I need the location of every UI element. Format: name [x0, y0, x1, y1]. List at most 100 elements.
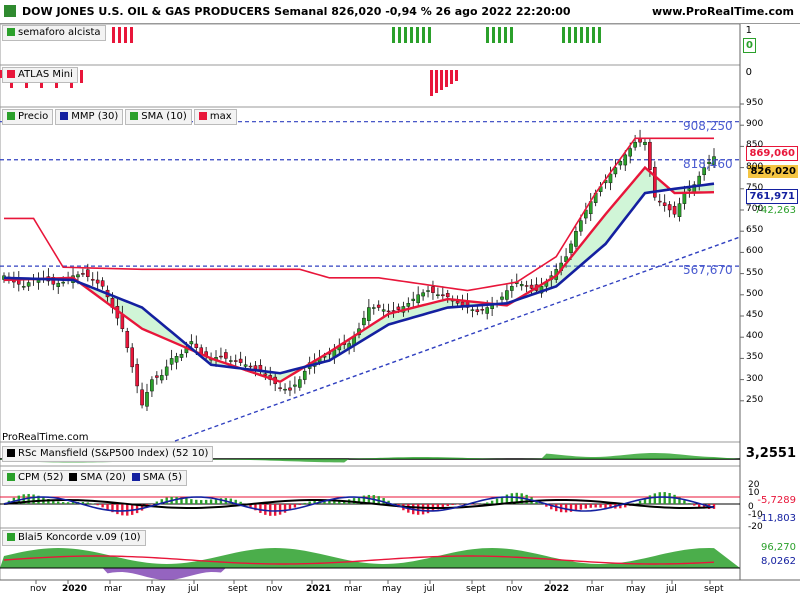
candle-body — [667, 204, 672, 211]
semaforo-bar — [568, 27, 571, 43]
candle-body — [455, 301, 460, 304]
cpm-bar — [648, 495, 652, 504]
semaforo-bar — [592, 27, 595, 43]
candle-body — [95, 279, 100, 284]
panel-frame-2 — [0, 106, 741, 443]
semaforo-bar — [130, 27, 133, 43]
legend-precio[interactable]: Precio — [2, 109, 54, 125]
candle-body — [362, 317, 366, 326]
blai5-label[interactable]: Blai5 Koncorde v.09 (10) — [2, 530, 146, 546]
cpm-bar — [116, 504, 119, 515]
semaforo-bar — [510, 27, 513, 43]
candle-body — [480, 309, 485, 311]
x-tick-label: may — [626, 584, 646, 594]
cpm-bar — [32, 494, 35, 504]
candle-body — [76, 274, 80, 278]
candle-body — [283, 388, 287, 391]
hline-label-908: 908,250 — [683, 119, 733, 133]
legend-sma[interactable]: SMA (10) — [125, 109, 192, 125]
cpm-value-1: -5,7289 — [757, 495, 796, 506]
atlas-bar — [450, 70, 453, 84]
cpm-bar — [106, 504, 109, 510]
candle-body — [677, 203, 682, 217]
candle-body — [169, 358, 174, 365]
cpm-bar — [599, 504, 602, 508]
candle-body — [436, 294, 440, 296]
cpm-bar — [278, 504, 282, 515]
koncorde-purple-area — [0, 568, 740, 580]
semaforo-bar — [118, 27, 121, 43]
semaforo-bar — [486, 27, 489, 43]
candle-body — [623, 154, 628, 166]
main-legend: Precio MMP (30) SMA (10) max — [2, 109, 239, 125]
y-tick-label: 250 — [746, 394, 764, 405]
semaforo-swatch — [7, 28, 15, 36]
cpm-bar — [446, 504, 449, 507]
cpm-bar — [57, 501, 60, 504]
semaforo-bar — [586, 27, 589, 43]
y-tick-label: 950 — [746, 98, 764, 108]
y-tick-label: 400 — [746, 331, 764, 342]
semaforo-label[interactable]: semaforo alcista — [2, 25, 106, 41]
cpm-label[interactable]: CPM (52) SMA (20) SMA (5) — [2, 470, 188, 486]
cpm-bar — [86, 502, 90, 504]
cpm-bar — [185, 498, 188, 504]
y-tick-label: 350 — [746, 352, 764, 363]
candle-body — [248, 365, 253, 368]
candle-body — [219, 355, 223, 358]
cpm-bar — [451, 504, 454, 506]
candle-body — [293, 384, 297, 387]
rsc-label[interactable]: RSc Mansfield (S&P500 Index) (52 10) — [2, 446, 214, 462]
candle-body — [579, 220, 583, 232]
candle-body — [26, 282, 31, 287]
atlas-bar — [80, 70, 83, 83]
candle-body — [505, 290, 509, 300]
candle-body — [130, 347, 134, 368]
cpm-bar — [683, 500, 686, 504]
cpm-bar — [175, 496, 178, 504]
cpm-bar — [239, 501, 242, 504]
semaforo-bar — [404, 27, 407, 43]
rsc-value: 3,2551 — [745, 446, 796, 461]
candle-body — [648, 141, 652, 170]
legend-max[interactable]: max — [193, 109, 237, 125]
cpm-bar — [589, 504, 592, 508]
candle-body — [238, 358, 243, 363]
y-tick-label: 550 — [746, 267, 764, 278]
semaforo-bar — [422, 27, 425, 43]
chart-canvas[interactable] — [0, 0, 800, 600]
semaforo-bar — [598, 27, 601, 43]
candle-body — [371, 307, 376, 309]
cpm-bar — [200, 500, 203, 504]
x-tick-label: nov — [30, 584, 47, 594]
cpm-bar — [204, 499, 208, 504]
x-tick-label: mar — [104, 584, 122, 594]
candle-body — [657, 200, 662, 203]
trend-line — [174, 236, 741, 442]
y-tick-label: 300 — [746, 373, 764, 384]
cpm-bar — [101, 504, 104, 508]
y-tick-label: 800 — [746, 161, 764, 172]
ma-cloud — [4, 167, 714, 382]
cpm-bar — [195, 499, 198, 504]
candle-body — [164, 366, 169, 376]
cpm-bar — [471, 504, 474, 505]
y-tick-label: 500 — [746, 288, 764, 299]
legend-mmp[interactable]: MMP (30) — [55, 109, 124, 125]
candle-body — [682, 192, 687, 204]
candle-body — [243, 364, 248, 367]
semaforo-bar — [574, 27, 577, 43]
candle-body — [174, 356, 179, 363]
cpm-bar — [604, 504, 607, 508]
atlas-label[interactable]: ATLAS Mini — [2, 67, 78, 83]
cpm-bar — [421, 504, 425, 515]
blai5-value-2: 8,0262 — [761, 556, 796, 567]
candle-body — [396, 306, 401, 310]
candle-body — [445, 293, 450, 298]
atlas-bar — [435, 70, 438, 93]
cpm-bar — [259, 504, 262, 513]
watermark: ProRealTime.com — [2, 432, 89, 443]
candle-body — [574, 230, 578, 247]
x-tick-label: may — [146, 584, 166, 594]
candle-body — [194, 343, 199, 349]
